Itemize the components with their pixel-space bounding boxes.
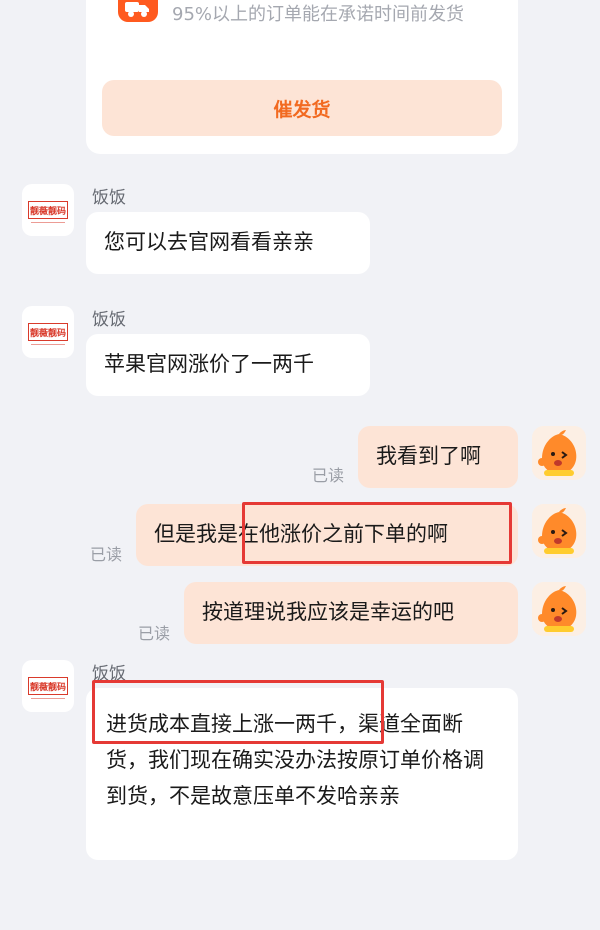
shop-avatar[interactable]: 靓薇靓码 xyxy=(22,660,74,712)
sender-name: 饭饭 xyxy=(92,310,126,330)
message-bubble-outgoing: 按道理说我应该是幸运的吧 xyxy=(184,582,518,644)
read-status: 已读 xyxy=(90,545,123,564)
shop-logo: 靓薇靓码 xyxy=(28,677,68,699)
urge-shipping-button[interactable]: 催发货 xyxy=(102,80,502,136)
truck-icon xyxy=(118,0,158,22)
shop-logo: 靓薇靓码 xyxy=(28,201,68,223)
user-mascot-avatar[interactable] xyxy=(532,504,586,558)
user-mascot-avatar[interactable] xyxy=(532,426,586,480)
highlight-box xyxy=(92,680,384,744)
shop-avatar[interactable]: 靓薇靓码 xyxy=(22,184,74,236)
shop-logo: 靓薇靓码 xyxy=(28,323,68,345)
read-status: 已读 xyxy=(312,466,345,485)
shop-avatar[interactable]: 靓薇靓码 xyxy=(22,306,74,358)
shipping-promise-text: 95%以上的订单能在承诺时间前发货 xyxy=(172,4,465,25)
user-mascot-avatar[interactable] xyxy=(532,582,586,636)
highlight-box xyxy=(242,502,512,564)
message-bubble-incoming: 您可以去官网看看亲亲 xyxy=(86,212,370,274)
message-bubble-outgoing: 我看到了啊 xyxy=(358,426,518,488)
message-bubble-incoming: 苹果官网涨价了一两千 xyxy=(86,334,370,396)
read-status: 已读 xyxy=(138,624,171,643)
sender-name: 饭饭 xyxy=(92,188,126,208)
